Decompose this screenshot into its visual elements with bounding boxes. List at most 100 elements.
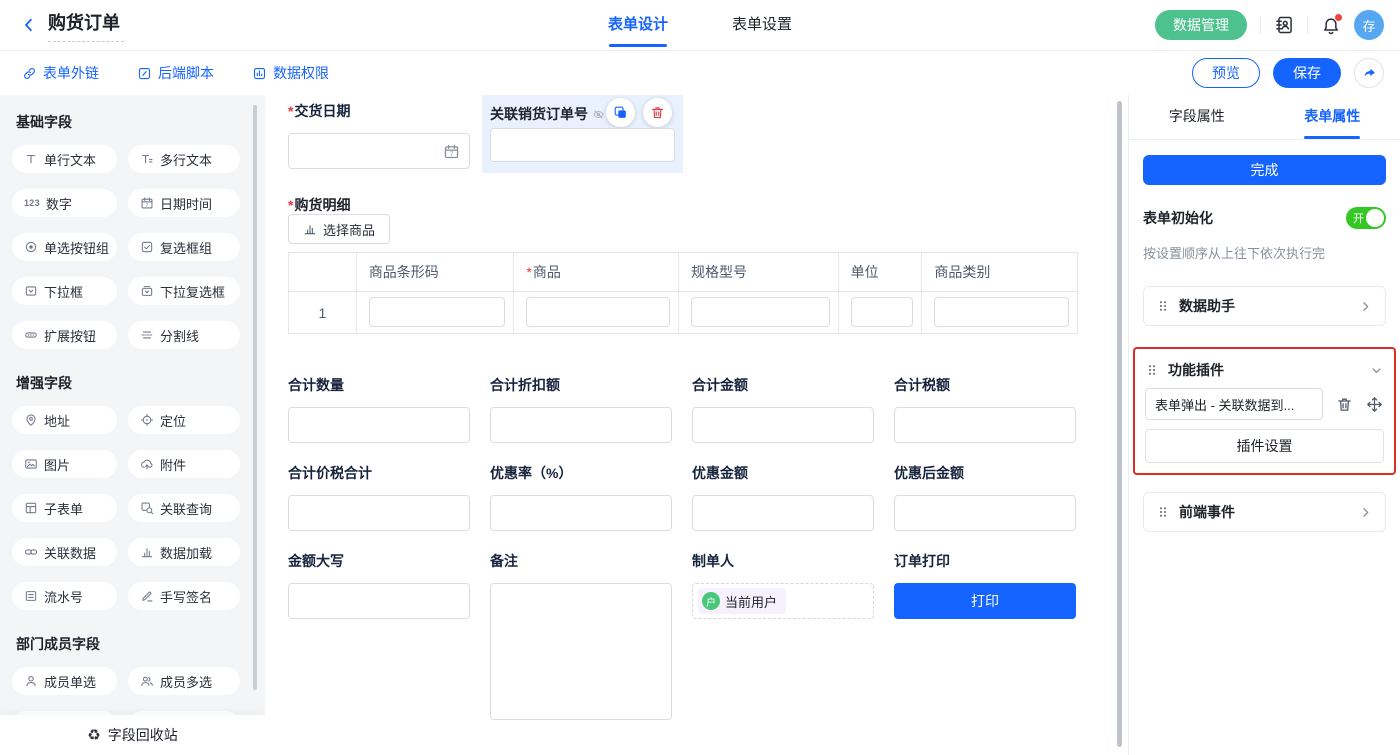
plugin-delete-icon[interactable] (1336, 396, 1353, 413)
copy-field-button[interactable] (606, 98, 635, 127)
palette-field-image[interactable]: 图片 (12, 450, 117, 478)
backend-script-link[interactable]: 后端脚本 (137, 63, 214, 83)
tab-form-design[interactable]: 表单设计 (608, 0, 668, 50)
date-input[interactable] (288, 133, 470, 169)
palette-field-label: 数字 (46, 194, 72, 213)
text-input[interactable] (288, 583, 470, 619)
palette-field-related-query[interactable]: 关联查询 (128, 494, 240, 522)
share-button[interactable] (1354, 58, 1384, 88)
palette-field-data-load[interactable]: 数据加载 (128, 538, 240, 566)
frontend-event-card[interactable]: 前端事件 (1143, 492, 1386, 532)
palette-field-location[interactable]: 定位 (128, 406, 240, 434)
field-recycle-bin[interactable]: ♻ 字段回收站 (0, 715, 265, 755)
table-cell-input[interactable] (526, 297, 670, 327)
palette-field-radio-group[interactable]: 单选按钮组 (12, 233, 117, 261)
summary-field[interactable]: 合计金额 (692, 375, 874, 443)
drag-handle-icon[interactable] (1156, 299, 1170, 313)
summary-field[interactable]: 优惠率（%） (490, 463, 672, 531)
related-order-input[interactable] (490, 128, 675, 162)
drag-handle-icon[interactable] (1145, 363, 1159, 377)
textarea-input[interactable] (490, 583, 672, 720)
palette-field-member-single[interactable]: 成员单选 (12, 667, 117, 695)
current-user-tag[interactable]: 户 当前用户 (698, 588, 786, 614)
palette-field-checkbox-group[interactable]: 复选框组 (128, 233, 240, 261)
field-input[interactable] (288, 407, 470, 443)
field-input[interactable] (894, 495, 1076, 531)
data-assistant-card[interactable]: 数据助手 (1143, 286, 1386, 326)
palette-field-address[interactable]: 地址 (12, 406, 117, 434)
field-input[interactable] (692, 495, 874, 531)
drag-handle-icon[interactable] (1156, 505, 1170, 519)
palette-field-signature[interactable]: 手写签名 (128, 582, 240, 610)
radio-icon (24, 240, 38, 254)
notification-bell-icon[interactable] (1321, 15, 1341, 35)
palette-field-single-line-text[interactable]: 单行文本 (12, 145, 117, 173)
summary-field[interactable]: 合计税额 (894, 375, 1076, 443)
delete-field-button[interactable] (643, 98, 672, 127)
summary-field[interactable]: 合计折扣额 (490, 375, 672, 443)
palette-field-datetime[interactable]: 日期时间 (128, 189, 240, 217)
form-external-link[interactable]: 表单外链 (22, 63, 99, 83)
palette-field-label: 分割线 (160, 326, 199, 345)
field-label: 订单打印 (894, 551, 1076, 571)
summary-field[interactable]: 合计价税合计 (288, 463, 470, 531)
field-order-print[interactable]: 订单打印 打印 (894, 551, 1076, 720)
palette-field-multi-line-text[interactable]: 多行文本 (128, 145, 240, 173)
palette-field-subform[interactable]: 子表单 (12, 494, 117, 522)
summary-field[interactable]: 优惠金额 (692, 463, 874, 531)
table-cell-input[interactable] (369, 297, 506, 327)
summary-field[interactable]: 优惠后金额 (894, 463, 1076, 531)
palette-field-extend-button[interactable]: 扩展按钮 (12, 321, 117, 349)
table-cell-input[interactable] (851, 297, 914, 327)
palette-field-serial-number[interactable]: 流水号 (12, 582, 117, 610)
field-creator[interactable]: 制单人 户 当前用户 (692, 551, 874, 720)
palette-scrollbar[interactable] (253, 105, 257, 690)
save-button[interactable]: 保存 (1273, 58, 1341, 88)
plugin-settings-button[interactable]: 插件设置 (1145, 429, 1384, 463)
t1-icon (24, 152, 38, 166)
print-button[interactable]: 打印 (894, 583, 1076, 619)
field-input[interactable] (490, 407, 672, 443)
back-button[interactable] (20, 16, 38, 34)
complete-button[interactable]: 完成 (1143, 155, 1386, 185)
data-manage-button[interactable]: 数据管理 (1155, 10, 1247, 40)
bottom-fields-row: 金额大写 备注 制单人 户 当前用户 订单打印 打印 (288, 551, 1076, 720)
tm-icon (140, 152, 154, 166)
plugin-select-input[interactable]: 表单弹出 - 关联数据到... (1145, 388, 1323, 420)
table-cell-input[interactable] (934, 297, 1069, 327)
user-avatar[interactable]: 存 (1354, 10, 1384, 40)
divl-icon (140, 328, 154, 342)
summary-field[interactable]: 合计数量 (288, 375, 470, 443)
select-goods-button[interactable]: 选择商品 (288, 214, 390, 244)
field-input[interactable] (692, 407, 874, 443)
field-remark[interactable]: 备注 (490, 551, 672, 720)
palette-field-divider[interactable]: 分割线 (128, 321, 240, 349)
palette-field-multi-select[interactable]: 下拉复选框 (128, 277, 240, 305)
function-plugin-card[interactable]: 功能插件 (1145, 354, 1384, 386)
table-cell (922, 291, 1077, 333)
field-input[interactable] (288, 495, 470, 531)
form-init-toggle[interactable]: 开 (1346, 207, 1386, 229)
canvas-scrollbar[interactable] (1117, 101, 1122, 747)
preview-button[interactable]: 预览 (1192, 58, 1260, 88)
field-related-sales-order-selected[interactable]: 关联销货订单号 (482, 95, 683, 173)
table-cell-input[interactable] (691, 297, 830, 327)
field-amount-in-words[interactable]: 金额大写 (288, 551, 470, 720)
member-input[interactable]: 户 当前用户 (692, 583, 874, 619)
contacts-icon[interactable] (1274, 15, 1294, 35)
palette-field-select[interactable]: 下拉框 (12, 277, 117, 305)
palette-field-number[interactable]: 123数字 (12, 189, 117, 217)
palette-field-member-multi[interactable]: 成员多选 (128, 667, 240, 695)
palette-field-related-data[interactable]: 关联数据 (12, 538, 117, 566)
plugin-move-icon[interactable] (1366, 396, 1383, 413)
chevron-down-icon (1369, 363, 1384, 378)
tab-form-properties[interactable]: 表单属性 (1265, 95, 1400, 139)
data-permission-link[interactable]: 数据权限 (252, 63, 329, 83)
palette-field-attachment[interactable]: 附件 (128, 450, 240, 478)
tab-form-settings[interactable]: 表单设置 (732, 0, 792, 50)
field-input[interactable] (894, 407, 1076, 443)
field-input[interactable] (490, 495, 672, 531)
field-delivery-date[interactable]: *交货日期 (288, 101, 470, 169)
required-mark: * (526, 264, 531, 280)
tab-field-properties[interactable]: 字段属性 (1129, 95, 1265, 139)
